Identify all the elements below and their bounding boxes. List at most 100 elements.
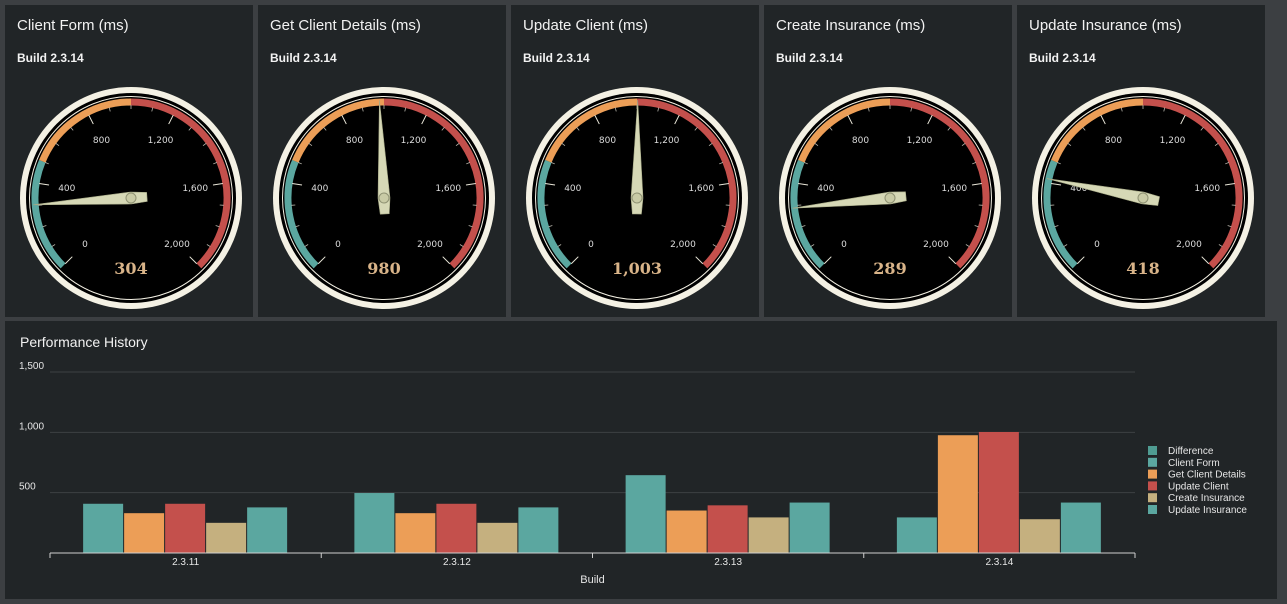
gauge-tick-label: 800 [93, 136, 110, 146]
gauge-panel: Create Insurance (ms) Build 2.3.14 0 400 800… [764, 5, 1012, 317]
gauge-tick-label: 0 [82, 240, 88, 250]
y-tick-label: 1,500 [19, 361, 44, 372]
gauge-tick-label: 800 [599, 136, 616, 146]
gauge-tick-label: 2,000 [417, 240, 443, 250]
bar [978, 431, 1019, 553]
gauge-needle-hub [378, 192, 390, 204]
gauge-tick-label: 1,200 [148, 136, 174, 146]
bar [625, 475, 666, 553]
x-tick-label: 2.3.13 [714, 557, 742, 568]
gauge-build-label: Build 2.3.14 [523, 51, 590, 65]
x-tick-label: 2.3.11 [172, 557, 199, 568]
legend-swatch [1148, 446, 1157, 455]
gauge-value: 418 [1126, 259, 1159, 278]
bar [395, 513, 436, 553]
bar [477, 522, 518, 553]
x-tick-label: 2.3.14 [985, 557, 1013, 568]
gauge-tick-label: 1,200 [1160, 136, 1186, 146]
gauge-value: 304 [114, 259, 147, 278]
gauge-build-label: Build 2.3.14 [1029, 51, 1096, 65]
legend-label: Update Client [1168, 481, 1229, 492]
gauge-tick-label: 2,000 [670, 240, 696, 250]
bar [1060, 502, 1101, 553]
y-tick-label: 1,000 [19, 421, 44, 432]
gauge-tick-label: 1,200 [907, 136, 933, 146]
gauge-needle-hub [1137, 192, 1149, 204]
bar [789, 502, 830, 553]
gauge-build-label: Build 2.3.14 [270, 51, 337, 65]
gauge-tick-label: 1,600 [1194, 184, 1220, 194]
bar [206, 522, 247, 553]
gauge-tick-label: 400 [58, 184, 75, 194]
performance-history-panel: Performance History 500 1,000 1,500 2.3.11 2… [5, 321, 1277, 599]
bar [1019, 519, 1060, 553]
gauge-tick-label: 800 [852, 136, 869, 146]
gauge-tick-label: 400 [817, 184, 834, 194]
gauge-tick-label: 1,600 [688, 184, 714, 194]
y-tick-label: 500 [19, 482, 36, 493]
gauge-dial: 0400800 1,2001,6002,000418 [1032, 87, 1254, 309]
bar [666, 510, 707, 553]
legend-label: Create Insurance [1168, 493, 1245, 504]
gauge-panel: Get Client Details (ms) Build 2.3.14 0 400 8… [258, 5, 506, 317]
gauge-dial: 0 400 800 1,200 1,600 2,000 304 [20, 87, 242, 309]
gauge-needle-hub [631, 192, 643, 204]
gauge-needle-hub [125, 192, 137, 204]
gauge-tick-label: 1,200 [654, 136, 680, 146]
legend-swatch [1148, 469, 1157, 479]
gauge-panel: Client Form (ms) Build 2.3.14 0 400 800 1,200… [5, 5, 253, 317]
bar [436, 503, 477, 553]
legend-label: Get Client Details [1168, 470, 1246, 481]
gauge-tick-label: 1,200 [401, 136, 427, 146]
legend-swatch [1148, 481, 1157, 491]
performance-history-chart: 500 1,000 1,500 2.3.11 2.3.12 2.3.13 2.3.14 Bui… [19, 361, 1247, 586]
x-axis-title: Build [580, 574, 604, 586]
legend-label: Difference [1168, 446, 1214, 457]
gauge-tick-label: 0 [588, 240, 594, 250]
gauge-build-label: Build 2.3.14 [17, 51, 84, 65]
bar [247, 507, 288, 553]
legend-label: Client Form [1168, 458, 1220, 469]
bar [124, 513, 165, 553]
gauge-value: 980 [367, 259, 400, 278]
bar [707, 505, 748, 553]
legend-swatch [1148, 493, 1157, 503]
gauge-title: Update Insurance (ms) [1029, 17, 1182, 34]
gauge-tick-label: 0 [1094, 240, 1100, 250]
gauge-title: Get Client Details (ms) [270, 17, 421, 34]
bar [354, 493, 395, 553]
gauge-title: Update Client (ms) [523, 17, 649, 34]
legend-swatch [1148, 457, 1157, 467]
gauge-tick-label: 2,000 [1176, 240, 1202, 250]
bar [937, 435, 978, 553]
gauge-dial: 0 400 800 1,200 1,600 2,000 289 [779, 87, 1001, 309]
x-tick-label: 2.3.12 [443, 557, 471, 568]
gauge-tick-label: 400 [311, 184, 328, 194]
bar [518, 507, 559, 553]
legend-label: Update Insurance [1168, 505, 1247, 516]
gauge-tick-label: 2,000 [923, 240, 949, 250]
bar [165, 503, 206, 553]
gauge-tick-label: 0 [335, 240, 341, 250]
gauge-build-label: Build 2.3.14 [776, 51, 843, 65]
gauge-panel: Update Client (ms) Build 2.3.14 0 400 800 1,2… [511, 5, 759, 317]
gauge-needle-hub [884, 192, 896, 204]
gauge-tick-label: 0 [841, 240, 847, 250]
gauge-title: Create Insurance (ms) [776, 17, 926, 34]
legend-swatch [1148, 505, 1157, 514]
gauge-tick-label: 2,000 [164, 240, 190, 250]
gauge-tick-label: 1,600 [435, 184, 461, 194]
gauge-panel: Update Insurance (ms) Build 2.3.14 0 400 800… [1017, 5, 1265, 317]
bar [896, 517, 937, 553]
gauge-dial: 0 400 800 1,200 1,600 2,000 1,003 [526, 87, 748, 309]
gauge-value: 1,003 [612, 259, 662, 278]
gauge-title: Client Form (ms) [17, 17, 129, 34]
gauge-tick-label: 800 [346, 136, 363, 146]
gauge-value: 289 [873, 259, 906, 278]
gauge-tick-label: 400 [564, 184, 581, 194]
bar [83, 503, 124, 553]
bar [748, 517, 789, 553]
gauge-tick-label: 1,600 [182, 184, 208, 194]
gauge-dial: 0 400 800 1,200 1,600 2,000 980 [273, 87, 495, 309]
gauge-tick-label: 800 [1105, 136, 1122, 146]
